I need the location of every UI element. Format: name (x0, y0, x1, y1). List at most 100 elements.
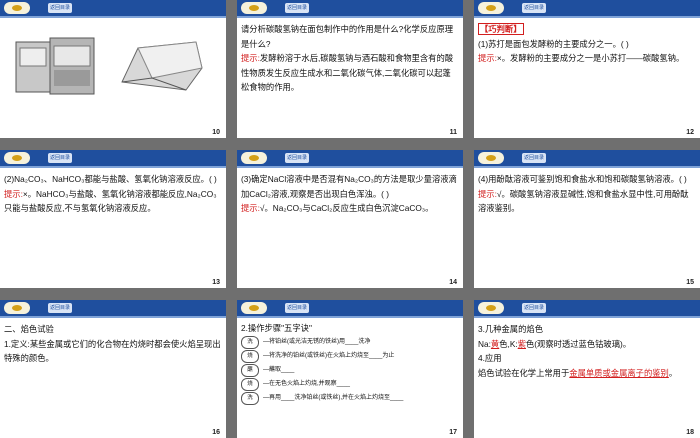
section-tag: 【巧判断】 (478, 23, 524, 35)
page-number: 18 (686, 429, 694, 436)
step-row: 烧 —在无色火焰上灼烧,并观察____ (241, 377, 459, 391)
divider (0, 316, 226, 318)
step-row: 蘸 —蘸取____ (241, 363, 459, 377)
slide-body: (3)确定NaCl溶液中是否混有Na₂CO₃的方法是取少量溶液滴加CaCl₂溶液… (241, 172, 459, 216)
page-number: 10 (212, 129, 220, 136)
divider (474, 16, 700, 18)
back-to-toc-button[interactable]: 返回目录 (522, 303, 546, 313)
slide-header: 返回目录 (237, 150, 463, 166)
step-row: 烧 —将洗净的铂丝(或铁丝)在火焰上灼烧至____为止 (241, 349, 459, 363)
page-number: 11 (449, 129, 457, 136)
logo-icon (241, 152, 267, 164)
slide-header: 返回目录 (0, 300, 226, 316)
back-to-toc-button[interactable]: 返回目录 (285, 3, 309, 13)
section-title: 2.操作步骤"五字诀" (241, 323, 312, 333)
step-row: 洗 —将铂丝(或光洁无锈的铁丝)用____洗净 (241, 335, 459, 349)
hint-text: √。碳酸氢钠溶液显碱性,饱和食盐水显中性,可用酚酞溶液鉴别。 (478, 188, 689, 214)
slide-11[interactable]: 返回目录 请分析碳酸氢钠在面包制作中的作用是什么?化学反应原理是什么? 提示:发… (237, 0, 463, 138)
page-number: 14 (449, 279, 457, 286)
question-text: 请分析碳酸氢钠在面包制作中的作用是什么?化学反应原理是什么? (241, 24, 454, 49)
slide-17[interactable]: 返回目录 2.操作步骤"五字诀" 洗 —将铂丝(或光洁无锈的铁丝)用____洗净… (237, 300, 463, 438)
back-to-toc-button[interactable]: 返回目录 (48, 153, 72, 163)
logo-icon (4, 2, 30, 14)
divider (474, 166, 700, 168)
k-flame-color-answer: 紫 (517, 338, 526, 349)
slide-13[interactable]: 返回目录 (2)Na₂CO₃、NaHCO₃都能与盐酸、氢氧化钠溶液反应。( ) … (0, 150, 226, 288)
hint-label: 提示: (4, 188, 23, 199)
slide-body: 3.几种金属的焰色 Na:黄色,K:紫色(观察时透过蓝色钴玻璃)。 4.应用 焰… (478, 322, 696, 380)
logo-icon (241, 302, 267, 314)
page-number: 12 (686, 129, 694, 136)
question-text: (2)Na₂CO₃、NaHCO₃都能与盐酸、氢氧化钠溶液反应。( ) (4, 174, 217, 184)
logo-icon (478, 2, 504, 14)
slide-body: 【巧判断】 (1)苏打是面包发酵粉的主要成分之一。( ) 提示:×。发酵粉的主要… (478, 22, 696, 66)
logo-icon (4, 302, 30, 314)
logo-icon (241, 2, 267, 14)
slide-body: 二、焰色试验 1.定义:某些金属或它们的化合物在灼烧时都会使火焰呈现出特殊的颜色… (4, 322, 222, 366)
divider (237, 166, 463, 168)
back-to-toc-button[interactable]: 返回目录 (48, 3, 72, 13)
divider (237, 16, 463, 18)
back-to-toc-button[interactable]: 返回目录 (285, 303, 309, 313)
question-text: (1)苏打是面包发酵粉的主要成分之一。( ) (478, 38, 629, 49)
logo-icon (478, 152, 504, 164)
slide-15[interactable]: 返回目录 (4)用酚酞溶液可鉴别饱和食盐水和饱和碳酸氢钠溶液。( ) 提示:√。… (474, 150, 700, 288)
step-key: 烧 (241, 349, 259, 363)
slide-header: 返回目录 (237, 0, 463, 16)
slide-body: (2)Na₂CO₃、NaHCO₃都能与盐酸、氢氧化钠溶液反应。( ) 提示:×。… (4, 172, 222, 216)
slide-12[interactable]: 返回目录 【巧判断】 (1)苏打是面包发酵粉的主要成分之一。( ) 提示:×。发… (474, 0, 700, 138)
slide-header: 返回目录 (474, 0, 700, 16)
hint-label: 提示: (241, 53, 260, 63)
slide-body: 2.操作步骤"五字诀" 洗 —将铂丝(或光洁无锈的铁丝)用____洗净 烧 —将… (241, 322, 459, 405)
logo-icon (4, 152, 30, 164)
section-title: 3.几种金属的焰色 (478, 324, 543, 334)
hint-label: 提示: (478, 188, 497, 199)
back-to-toc-button[interactable]: 返回目录 (522, 153, 546, 163)
divider (237, 316, 463, 318)
slide-header: 返回目录 (474, 150, 700, 166)
hint-text: ×。NaHCO₃与盐酸、氢氧化钠溶液都能反应,Na₂CO₃只能与盐酸反应,不与氢… (4, 188, 217, 214)
slide-10[interactable]: 返回目录 10 (0, 0, 226, 138)
step-key: 蘸 (241, 363, 259, 377)
logo-icon (478, 302, 504, 314)
divider (0, 166, 226, 168)
step-text: —蘸取____ (263, 366, 295, 373)
slide-body: (4)用酚酞溶液可鉴别饱和食盐水和饱和碳酸氢钠溶液。( ) 提示:√。碳酸氢钠溶… (478, 172, 696, 216)
page-number: 17 (449, 429, 457, 436)
k-label: 色,K: (499, 338, 518, 349)
page-number: 16 (212, 429, 220, 436)
bread-loaf-image (121, 41, 203, 91)
application-end: 。 (668, 367, 678, 378)
definition-text: 1.定义:某些金属或它们的化合物在灼烧时都会使火焰呈现出特殊的颜色。 (4, 338, 221, 364)
back-to-toc-button[interactable]: 返回目录 (48, 303, 72, 313)
slide-header: 返回目录 (474, 300, 700, 316)
step-text: —将洗净的铂丝(或铁丝)在火焰上灼烧至____为止 (263, 352, 395, 359)
application-text: 焰色试验在化学上常用于 (478, 367, 570, 378)
application-answer: 金属单质或金属离子的鉴别 (569, 367, 669, 378)
back-to-toc-button[interactable]: 返回目录 (285, 153, 309, 163)
slide-body: 请分析碳酸氢钠在面包制作中的作用是什么?化学反应原理是什么? 提示:发酵粉溶于水… (241, 22, 459, 95)
hint-text: √。Na₂CO₃与CaCl₂反应生成白色沉淀CaCO₃。 (259, 203, 434, 213)
hint-label: 提示: (241, 203, 260, 213)
baking-powder-packages-image (15, 37, 95, 95)
page-number: 15 (686, 279, 694, 286)
slide-16[interactable]: 返回目录 二、焰色试验 1.定义:某些金属或它们的化合物在灼烧时都会使火焰呈现出… (0, 300, 226, 438)
step-key: 洗 (241, 391, 259, 405)
k-note: 色(观察时透过蓝色钴玻璃)。 (526, 338, 632, 349)
slide-18[interactable]: 返回目录 3.几种金属的焰色 Na:黄色,K:紫色(观察时透过蓝色钴玻璃)。 4… (474, 300, 700, 438)
step-text: —将铂丝(或光洁无锈的铁丝)用____洗净 (263, 338, 371, 345)
application-title: 4.应用 (478, 353, 502, 363)
slide-header: 返回目录 (0, 150, 226, 166)
back-to-toc-button[interactable]: 返回目录 (522, 3, 546, 13)
hint-text: 发酵粉溶于水后,碳酸氢钠与酒石酸和食物里含有的酸性物质发生反应生成水和二氧化碳气… (241, 53, 454, 92)
divider (474, 316, 700, 318)
hint-text: ×。发酵粉的主要成分之一是小苏打——碳酸氢钠。 (496, 53, 685, 63)
slide-14[interactable]: 返回目录 (3)确定NaCl溶液中是否混有Na₂CO₃的方法是取少量溶液滴加Ca… (237, 150, 463, 288)
page-number: 13 (212, 279, 220, 286)
slide-header: 返回目录 (0, 0, 226, 16)
na-flame-color-answer: 黄 (490, 338, 500, 349)
divider (0, 16, 226, 18)
hint-label: 提示: (478, 53, 497, 63)
question-text: (4)用酚酞溶液可鉴别饱和食盐水和饱和碳酸氢钠溶液。( ) (478, 174, 687, 184)
step-text: —在无色火焰上灼烧,并观察____ (263, 380, 351, 387)
